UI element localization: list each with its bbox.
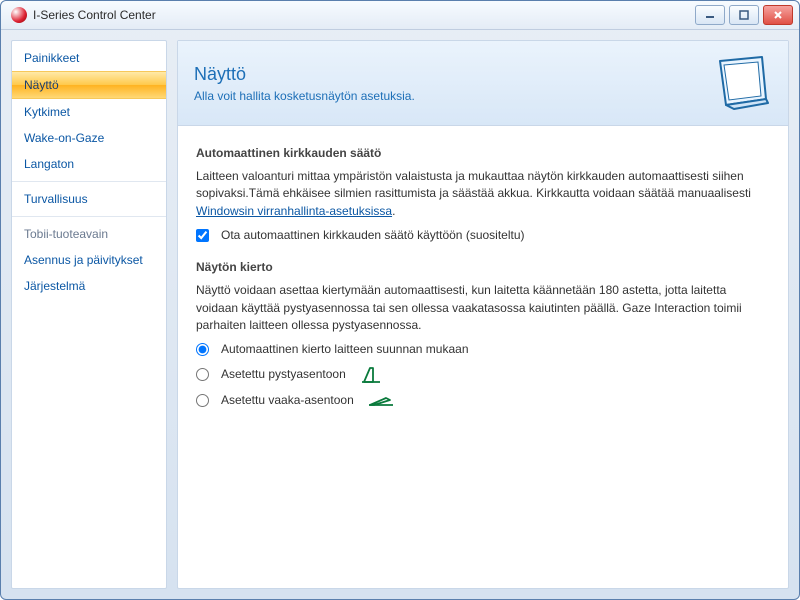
window-buttons [695, 5, 793, 25]
maximize-button[interactable] [729, 5, 759, 25]
page-title: Näyttö [194, 64, 690, 85]
portrait-icon [360, 364, 382, 384]
sidebar-item-jarjestelma[interactable]: Järjestelmä [12, 273, 166, 299]
page-subtitle: Alla voit hallita kosketusnäytön asetuks… [194, 89, 690, 103]
rotation-heading: Näytön kierto [196, 260, 770, 274]
header-titles: Näyttö Alla voit hallita kosketusnäytön … [194, 64, 690, 103]
display-icon [702, 53, 772, 113]
page-header: Näyttö Alla voit hallita kosketusnäytön … [178, 41, 788, 126]
sidebar-item-naytto[interactable]: Näyttö [12, 71, 166, 99]
rotation-label-portrait[interactable]: Asetettu pystyasentoon [221, 367, 346, 381]
sidebar-item-asennus-ja-paivitykset[interactable]: Asennus ja päivitykset [12, 247, 166, 273]
brightness-period: . [392, 204, 395, 218]
landscape-icon [368, 392, 394, 408]
auto-brightness-checkbox[interactable] [196, 229, 209, 242]
sidebar-separator [12, 216, 166, 217]
close-button[interactable] [763, 5, 793, 25]
body: Painikkeet Näyttö Kytkimet Wake-on-Gaze … [1, 30, 799, 599]
rotation-option-auto: Automaattinen kierto laitteen suunnan mu… [196, 342, 770, 356]
sidebar-item-turvallisuus[interactable]: Turvallisuus [12, 186, 166, 212]
power-settings-link[interactable]: Windowsin virranhallinta-asetuksissa [196, 204, 392, 218]
minimize-button[interactable] [695, 5, 725, 25]
auto-brightness-label[interactable]: Ota automaattinen kirkkauden säätö käytt… [221, 228, 525, 242]
sidebar: Painikkeet Näyttö Kytkimet Wake-on-Gaze … [11, 40, 167, 589]
sidebar-item-wake-on-gaze[interactable]: Wake-on-Gaze [12, 125, 166, 151]
sidebar-item-tobii-tuoteavain[interactable]: Tobii-tuoteavain [12, 221, 166, 247]
rotation-radio-landscape[interactable] [196, 394, 209, 407]
sidebar-item-kytkimet[interactable]: Kytkimet [12, 99, 166, 125]
content: Automaattinen kirkkauden säätö Laitteen … [178, 126, 788, 434]
auto-brightness-row: Ota automaattinen kirkkauden säätö käytt… [196, 228, 770, 242]
rotation-radio-portrait[interactable] [196, 368, 209, 381]
rotation-radio-auto[interactable] [196, 343, 209, 356]
sidebar-separator [12, 181, 166, 182]
sidebar-item-langaton[interactable]: Langaton [12, 151, 166, 177]
window-title: I-Series Control Center [33, 8, 695, 22]
sidebar-item-painikkeet[interactable]: Painikkeet [12, 45, 166, 71]
main-panel: Näyttö Alla voit hallita kosketusnäytön … [177, 40, 789, 589]
rotation-description: Näyttö voidaan asettaa kiertymään automa… [196, 282, 770, 334]
app-window: I-Series Control Center Painikkeet Näytt… [0, 0, 800, 600]
rotation-option-landscape: Asetettu vaaka-asentoon [196, 392, 770, 408]
rotation-label-auto[interactable]: Automaattinen kierto laitteen suunnan mu… [221, 342, 469, 356]
brightness-body: Laitteen valoanturi mittaa ympäristön va… [196, 169, 751, 200]
rotation-option-portrait: Asetettu pystyasentoon [196, 364, 770, 384]
app-icon [11, 7, 27, 23]
brightness-description: Laitteen valoanturi mittaa ympäristön va… [196, 168, 770, 220]
rotation-label-landscape[interactable]: Asetettu vaaka-asentoon [221, 393, 354, 407]
titlebar: I-Series Control Center [1, 1, 799, 30]
brightness-heading: Automaattinen kirkkauden säätö [196, 146, 770, 160]
